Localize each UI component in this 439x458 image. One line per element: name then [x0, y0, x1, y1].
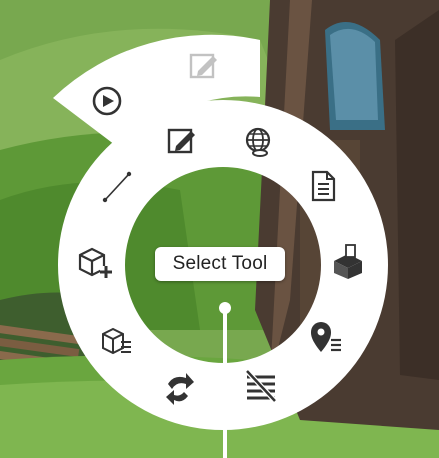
- pointer-line: [223, 307, 227, 458]
- tooltip-label: Select Tool: [172, 253, 268, 274]
- pointer-cursor: [219, 302, 231, 314]
- radial-menu: [53, 34, 389, 431]
- tool-tooltip: Select Tool: [155, 247, 285, 281]
